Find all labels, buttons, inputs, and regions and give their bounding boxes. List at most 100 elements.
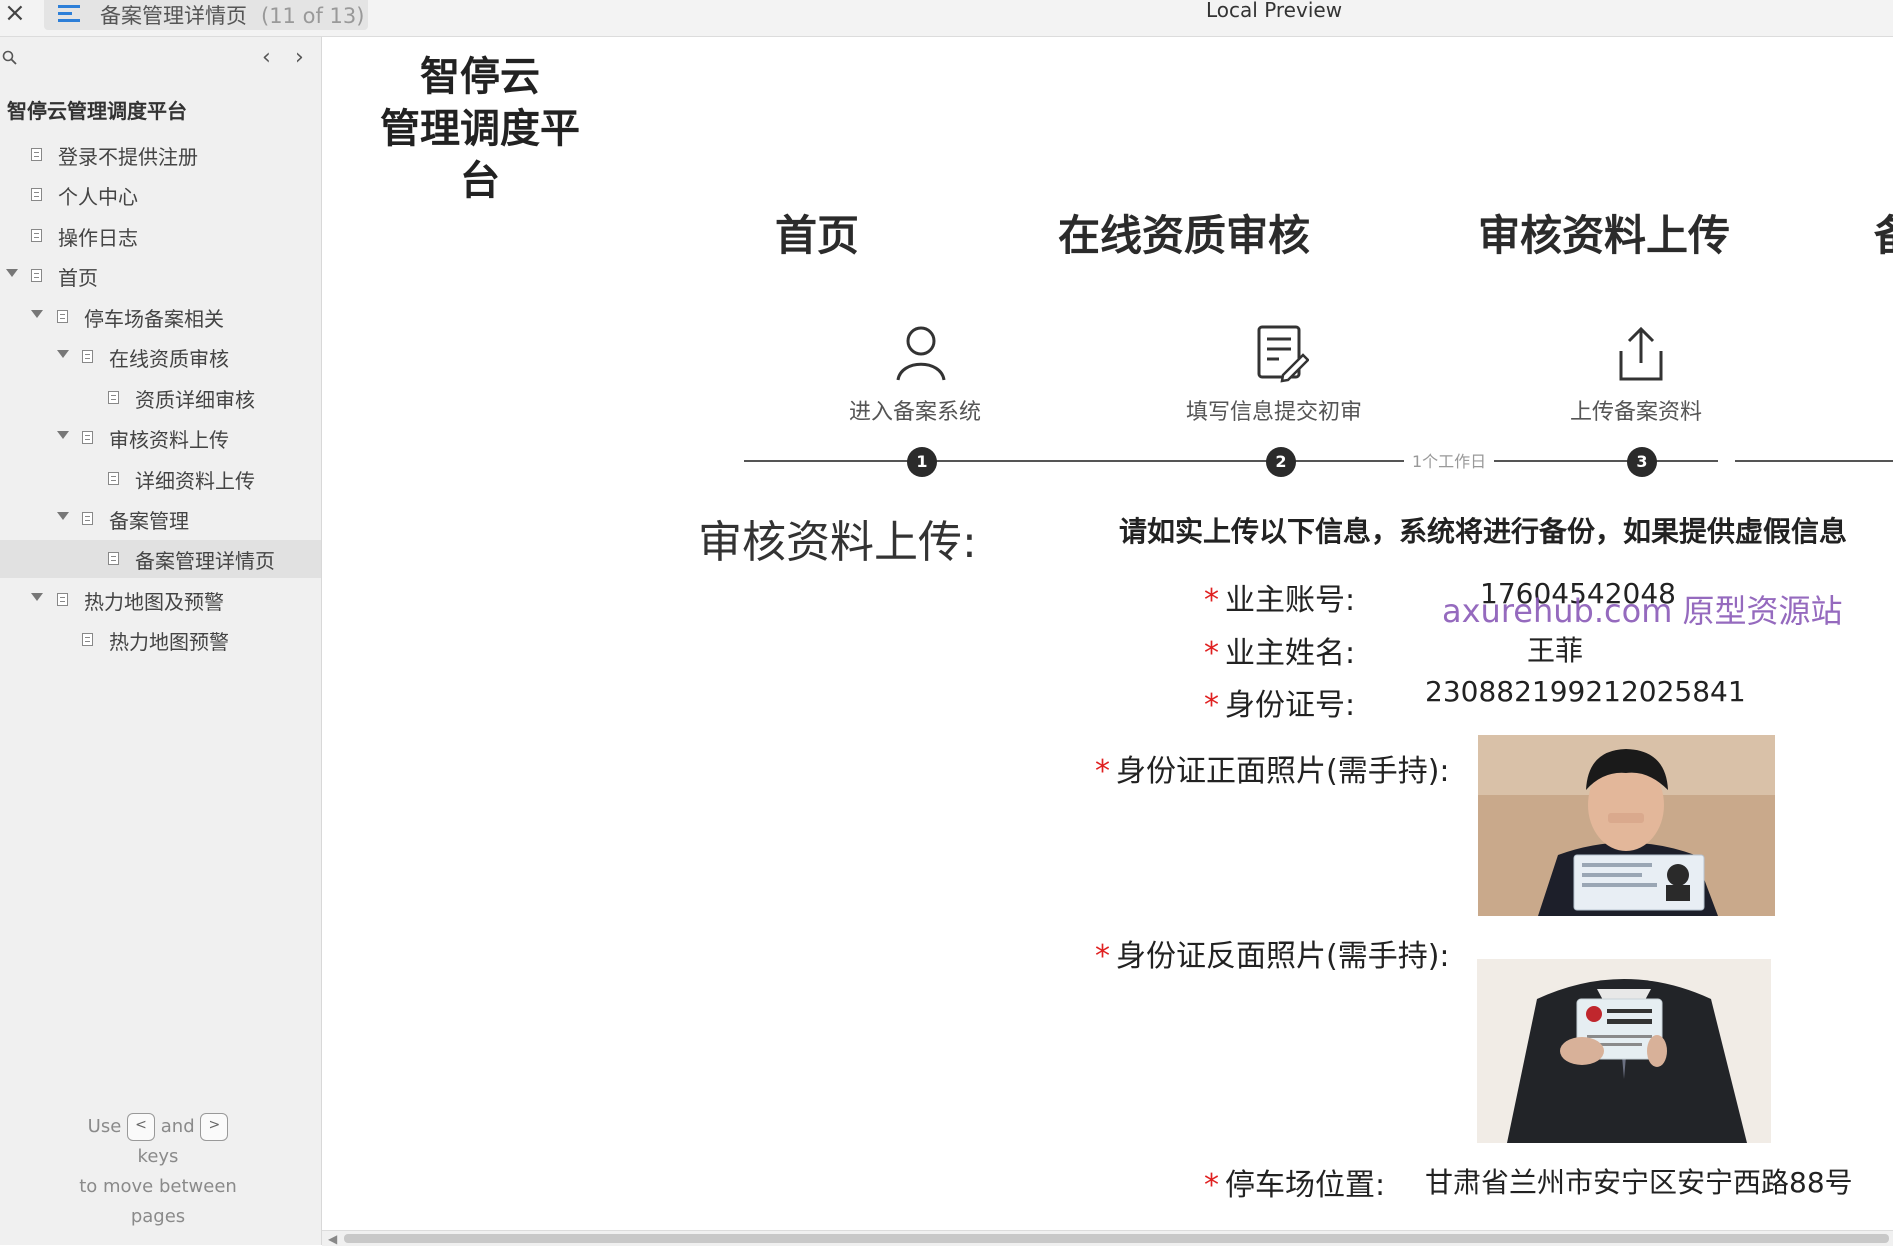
label-text: 业主账号:: [1225, 583, 1356, 618]
required-mark: *: [1204, 688, 1219, 723]
sidebar-item-filing-management[interactable]: 备案管理: [0, 500, 321, 538]
required-mark: *: [1204, 583, 1219, 618]
sidebar-item-online-review[interactable]: 在线资质审核: [0, 338, 321, 376]
tab-page-count: (11 of 13): [261, 4, 365, 28]
page-icon: [108, 391, 119, 404]
sidebar-item-heatmap[interactable]: 热力地图预警: [0, 621, 321, 659]
help-line-1: Use < and >: [60, 1112, 256, 1142]
page-tab[interactable]: 备案管理详情页 (11 of 13): [44, 0, 368, 30]
brand-line-1: 智停云: [420, 54, 540, 100]
owner-name-value: 王菲: [1527, 634, 1584, 667]
step-number-1: 1: [907, 447, 937, 477]
sidebar-item-label: 备案管理详情页: [135, 549, 275, 573]
step-heading-filing: 备: [1874, 202, 1893, 263]
help-line-2: keys: [137, 1146, 179, 1167]
help-text: Use: [87, 1116, 122, 1137]
close-button[interactable]: ×: [4, 0, 26, 28]
keyboard-help: Use < and > keys to move between pages: [60, 1112, 256, 1232]
window-title: Local Preview: [1206, 0, 1343, 22]
notice-text: 请如实上传以下信息，系统将进行备份，如果提供虚假信息: [1119, 515, 1848, 548]
step-caption-3: 上传备案资料: [1570, 400, 1703, 425]
page-icon: [57, 593, 68, 606]
upload-icon: [1619, 326, 1663, 381]
tab-title-text: 备案管理详情页: [100, 4, 247, 28]
page-icon: [31, 188, 42, 201]
page-icon: [108, 552, 119, 565]
step-number-2: 2: [1266, 447, 1296, 477]
sidebar-item-filing-detail[interactable]: 备案管理详情页: [0, 540, 321, 578]
search-icon[interactable]: [2, 50, 18, 66]
sidebar-item-heatmap-warning[interactable]: 热力地图及预警: [0, 581, 321, 619]
sidebar-item-label: 在线资质审核: [109, 347, 229, 371]
collapse-caret-icon[interactable]: [6, 269, 18, 277]
prev-page-button[interactable]: ‹: [262, 45, 271, 70]
sidebar-item-label: 备案管理: [109, 509, 189, 533]
owner-name-label: * 业主姓名:: [1204, 628, 1355, 672]
label-text: 身份证号:: [1225, 688, 1356, 723]
label-text: 身份证反面照片(需手持):: [1116, 939, 1450, 974]
user-icon: [896, 326, 946, 381]
sidebar-item-upload-review[interactable]: 审核资料上传: [0, 419, 321, 457]
required-mark: *: [1095, 939, 1110, 974]
sidebar-item-detail-upload[interactable]: 详细资料上传: [0, 460, 321, 498]
sidebar-item-parking-filing[interactable]: 停车场备案相关: [0, 298, 321, 336]
sidebar-item-home[interactable]: 首页: [0, 257, 321, 295]
step-heading-home: 首页: [775, 211, 860, 260]
sidebar-item-login[interactable]: 登录不提供注册: [0, 136, 321, 174]
timeline-line-tail: [1735, 460, 1893, 462]
sidebar-item-detail-review[interactable]: 资质详细审核: [0, 379, 321, 417]
id-back-label: * 身份证反面照片(需手持):: [1095, 931, 1450, 975]
page-icon: [82, 633, 93, 646]
sidebar-item-label: 详细资料上传: [135, 469, 255, 493]
collapse-caret-icon[interactable]: [31, 310, 43, 318]
sidebar-item-label: 资质详细审核: [135, 388, 255, 412]
site-title: 智停云管理调度平台: [7, 99, 187, 123]
menu-icon[interactable]: [56, 3, 82, 25]
id-number-value: 230882199212025841: [1425, 675, 1746, 708]
page-icon: [82, 350, 93, 363]
help-line-4: pages: [130, 1206, 186, 1227]
page-icon: [31, 269, 42, 282]
brand-line-2: 管理调度平台: [380, 106, 580, 204]
step-heading-online-review: 在线资质审核: [1058, 211, 1311, 260]
scrollbar-thumb[interactable]: [344, 1234, 1889, 1243]
step-caption-1: 进入备案系统: [849, 400, 982, 425]
collapse-caret-icon[interactable]: [31, 593, 43, 601]
label-text: 业主姓名:: [1225, 636, 1356, 671]
step-caption-2: 填写信息提交初审: [1186, 400, 1363, 425]
tab-title: 备案管理详情页 (11 of 13): [100, 0, 364, 30]
horizontal-scrollbar[interactable]: ◀: [322, 1230, 1893, 1246]
preview-canvas: 智停云 管理调度平台 首页 在线资质审核 审核资料上传 备 进入备案系统 填写信…: [322, 37, 1893, 1230]
required-mark: *: [1095, 754, 1110, 789]
page-icon: [82, 431, 93, 444]
sidebar-item-operation-log[interactable]: 操作日志: [0, 217, 321, 255]
page-icon: [31, 148, 42, 161]
prev-key-icon: <: [127, 1113, 156, 1141]
step-heading-upload: 审核资料上传: [1478, 211, 1731, 260]
collapse-caret-icon[interactable]: [57, 431, 69, 439]
required-mark: *: [1204, 1168, 1219, 1203]
sidebar-item-label: 停车场备案相关: [84, 307, 224, 331]
help-line-3: to move between: [79, 1176, 237, 1197]
page-icon: [31, 229, 42, 242]
section-title: 审核资料上传:: [698, 517, 977, 568]
sidebar-item-label: 审核资料上传: [109, 428, 229, 452]
next-page-button[interactable]: ›: [295, 45, 304, 70]
sidebar-item-label: 操作日志: [58, 226, 138, 250]
page-icon: [108, 472, 119, 485]
brand-title: 智停云 管理调度平台: [370, 51, 590, 207]
sidebar-item-label: 热力地图预警: [109, 630, 229, 654]
step-number-3: 3: [1627, 447, 1657, 477]
window-titlebar: × 备案管理详情页 (11 of 13) Local Preview: [0, 0, 1893, 37]
sidebar-item-label: 登录不提供注册: [58, 145, 198, 169]
id-back-photo: [1477, 959, 1771, 1143]
page-icon: [57, 310, 68, 323]
scroll-left-icon[interactable]: ◀: [328, 1232, 337, 1246]
sidebar-item-profile[interactable]: 个人中心: [0, 176, 321, 214]
duration-note: 1个工作日: [1404, 448, 1495, 472]
collapse-caret-icon[interactable]: [57, 512, 69, 520]
sidebar: ‹ › 智停云管理调度平台 登录不提供注册 个人中心 操作日志 首页 停车场备案…: [0, 37, 322, 1245]
owner-account-label: * 业主账号:: [1204, 575, 1355, 619]
sidebar-item-label: 首页: [58, 266, 98, 290]
collapse-caret-icon[interactable]: [57, 350, 69, 358]
